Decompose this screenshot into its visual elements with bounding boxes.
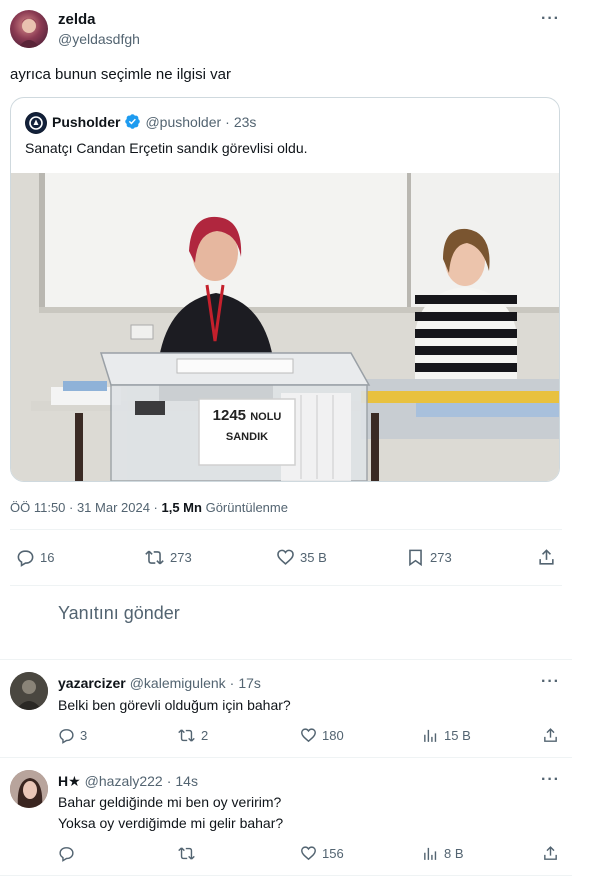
- reply-count: 3: [80, 728, 88, 743]
- reply-author-name[interactable]: yazarcizer: [58, 675, 126, 691]
- views-button[interactable]: 8 B: [422, 845, 464, 862]
- author-handle[interactable]: @yeldasdfgh: [58, 31, 140, 47]
- reply-input[interactable]: Yanıtını gönder: [58, 603, 558, 629]
- share-icon: [542, 845, 559, 862]
- tweet-text: ayrıca bunun seçimle ne ilgisi var: [10, 66, 231, 83]
- repost-icon: [177, 727, 196, 744]
- tweet-timestamp[interactable]: ÖÖ 11:50 · 31 Mar 2024 ·: [10, 500, 162, 515]
- reply-icon: [16, 548, 35, 567]
- divider: [10, 585, 562, 586]
- like-count: 156: [322, 846, 344, 861]
- verified-badge-icon: [124, 113, 141, 130]
- reply-time[interactable]: 14s: [175, 773, 198, 790]
- quoted-author-handle: @pusholder: [145, 113, 222, 130]
- heart-icon: [276, 548, 295, 567]
- reply-avatar[interactable]: [10, 770, 48, 808]
- ballot-box-number: 1245: [212, 407, 247, 424]
- reply-time[interactable]: 17s: [238, 675, 261, 691]
- avatar-photo: [18, 18, 40, 48]
- avatar-photo: [10, 770, 48, 808]
- views-button[interactable]: 15 B: [422, 727, 471, 744]
- share-icon: [537, 548, 556, 567]
- avatar-photo: [10, 672, 48, 710]
- repost-button[interactable]: 273: [144, 548, 192, 567]
- like-button[interactable]: 156: [300, 845, 344, 862]
- reply-button[interactable]: 16: [16, 548, 54, 567]
- quoted-author-name: Pusholder: [52, 113, 121, 130]
- reply-text-line: Yoksa oy verdiğimde mi gelir bahar?: [58, 815, 284, 831]
- quoted-tweet-text: Sanatçı Candan Erçetin sandık görevlisi …: [25, 140, 308, 156]
- share-button[interactable]: [542, 845, 559, 862]
- reply-icon: [58, 727, 75, 744]
- ballot-box-suffix: NOLU: [250, 411, 282, 423]
- share-button[interactable]: [542, 727, 559, 744]
- reply-count: 16: [40, 550, 55, 565]
- reply-author-name[interactable]: H★: [58, 773, 81, 790]
- share-button[interactable]: [537, 548, 556, 567]
- reply-dot: ·: [166, 773, 172, 789]
- more-options-icon[interactable]: ···: [541, 772, 560, 788]
- author-name[interactable]: zelda: [58, 11, 96, 28]
- quoted-time: 23s: [233, 113, 257, 130]
- reply-text-line: Bahar geldiğinde mi ben oy veririm?: [58, 794, 282, 810]
- heart-icon: [300, 845, 317, 862]
- repost-button[interactable]: 2: [177, 727, 208, 744]
- reply-icon: [58, 845, 75, 862]
- analytics-icon: [422, 845, 439, 862]
- divider: [10, 529, 562, 530]
- bookmark-icon: [406, 548, 425, 567]
- reply-author-handle[interactable]: @kalemigulenk: [130, 675, 226, 691]
- heart-icon: [300, 727, 317, 744]
- divider: [0, 659, 572, 660]
- quoted-tweet-card[interactable]: Pusholder @pusholder · 23s Sanatçı Canda…: [10, 97, 560, 482]
- view-count: 8 B: [444, 846, 464, 861]
- quoted-dot: ·: [225, 113, 230, 130]
- ballot-box-label: SANDIK: [225, 431, 269, 443]
- repost-count: 2: [201, 728, 209, 743]
- quoted-tweet-image[interactable]: 1245 NOLU SANDIK: [11, 173, 559, 481]
- reply-author-handle[interactable]: @hazaly222: [85, 773, 163, 790]
- repost-icon: [144, 548, 165, 567]
- repost-button[interactable]: [177, 845, 201, 862]
- reply-avatar[interactable]: [10, 672, 48, 710]
- view-count: 1,5 Mn: [161, 500, 202, 515]
- reply-text: Belki ben görevli olduğum için bahar?: [58, 697, 291, 713]
- view-count-label: Görüntülenme: [205, 500, 288, 515]
- analytics-icon: [422, 727, 439, 744]
- reply-button[interactable]: 3: [58, 727, 87, 744]
- more-options-icon[interactable]: ···: [541, 11, 560, 27]
- reply-button[interactable]: [58, 845, 80, 862]
- bookmark-button[interactable]: 273: [406, 548, 452, 567]
- like-button[interactable]: 35 B: [276, 548, 327, 567]
- view-count: 15 B: [444, 728, 471, 743]
- pusholder-logo-icon: [26, 113, 46, 133]
- author-avatar[interactable]: [10, 10, 48, 48]
- like-count: 180: [322, 728, 344, 743]
- divider: [0, 757, 572, 758]
- like-count: 35 B: [300, 550, 327, 565]
- repost-count: 273: [170, 550, 192, 565]
- quoted-author-avatar: [25, 112, 47, 134]
- bookmark-count: 273: [430, 550, 452, 565]
- like-button[interactable]: 180: [300, 727, 344, 744]
- reply-dot: ·: [229, 675, 235, 691]
- repost-icon: [177, 845, 196, 862]
- divider: [0, 875, 572, 876]
- share-icon: [542, 727, 559, 744]
- more-options-icon[interactable]: ···: [541, 674, 560, 690]
